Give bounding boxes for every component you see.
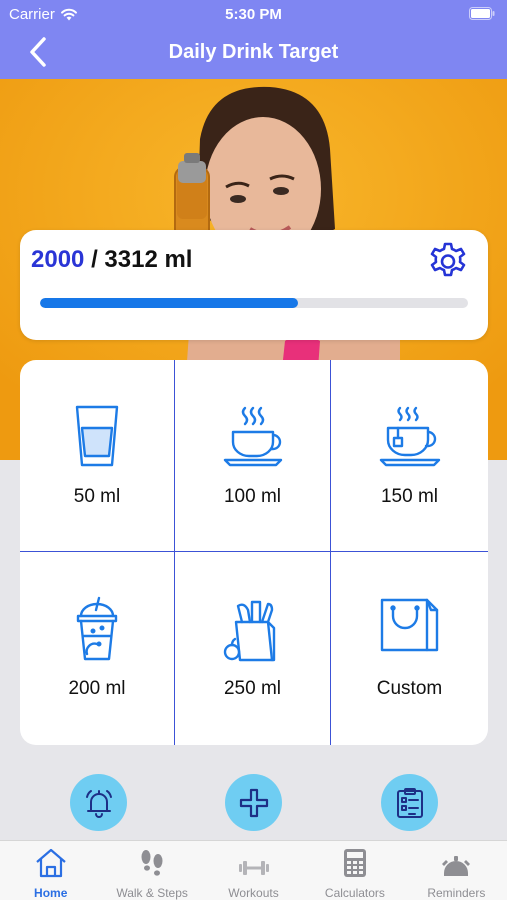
- drink-option-label: 150 ml: [380, 486, 439, 507]
- drink-option-250ml[interactable]: 250 ml: [175, 552, 331, 745]
- drink-option-label: 200 ml: [68, 678, 126, 699]
- tab-walk-steps[interactable]: Walk & Steps: [101, 841, 202, 900]
- clipboard-icon: [396, 787, 423, 818]
- progress-track: [40, 298, 468, 308]
- drink-option-custom[interactable]: Custom: [331, 552, 488, 745]
- navigation-bar: Daily Drink Target: [0, 28, 507, 79]
- drink-option-label: 250 ml: [223, 678, 282, 699]
- tab-reminders[interactable]: Reminders: [406, 841, 507, 900]
- tab-label: Reminders: [427, 886, 486, 900]
- home-icon: [35, 848, 66, 878]
- drink-option-label: Custom: [376, 678, 443, 699]
- bell-icon: [85, 789, 112, 818]
- tab-workouts[interactable]: Workouts: [203, 841, 304, 900]
- drink-option-200ml[interactable]: 200 ml: [20, 552, 175, 745]
- progress-fill: [40, 298, 299, 308]
- intake-summary: 2000 / 3312 ml: [31, 246, 192, 274]
- tab-label: Workouts: [228, 886, 279, 900]
- intake-separator: /: [91, 246, 98, 273]
- coffee-cup-icon: [223, 406, 282, 467]
- smoothie-cup-icon: [76, 596, 118, 661]
- drink-option-150ml[interactable]: 150 ml: [331, 360, 488, 552]
- glass-icon: [75, 405, 119, 467]
- drink-options-grid: 50 ml 100 ml 150 ml 200 ml 250 ml Custom: [20, 360, 488, 745]
- gear-icon: [430, 242, 466, 277]
- page-title: Daily Drink Target: [168, 41, 339, 63]
- tab-calculators[interactable]: Calculators: [304, 841, 405, 900]
- current-intake: 2000: [31, 246, 85, 273]
- grocery-bag-icon: [223, 600, 275, 662]
- history-button[interactable]: [381, 774, 438, 831]
- settings-button[interactable]: [426, 240, 470, 289]
- drink-option-100ml[interactable]: 100 ml: [175, 360, 331, 552]
- tab-label: Home: [34, 886, 68, 900]
- tea-cup-icon: [379, 406, 440, 467]
- progress-card: 2000 / 3312 ml: [20, 230, 488, 340]
- status-bar: Carrier 5:30 PM: [0, 0, 507, 28]
- alarm-icon: [442, 856, 471, 876]
- status-time: 5:30 PM: [225, 6, 282, 23]
- tab-label: Walk & Steps: [116, 886, 188, 900]
- tab-home[interactable]: Home: [0, 841, 101, 900]
- target-intake: 3312 ml: [104, 246, 193, 273]
- shopping-bag-icon: [380, 598, 438, 652]
- drink-option-label: 50 ml: [73, 486, 121, 507]
- calculator-icon: [343, 849, 366, 877]
- plus-icon: [239, 788, 268, 817]
- footsteps-icon: [141, 850, 163, 876]
- drink-option-50ml[interactable]: 50 ml: [20, 360, 175, 552]
- reminder-button[interactable]: [70, 774, 127, 831]
- tab-label: Calculators: [324, 886, 385, 900]
- add-drink-button[interactable]: [225, 774, 282, 831]
- dumbbell-icon: [238, 861, 269, 875]
- drink-option-label: 100 ml: [223, 486, 282, 507]
- battery-icon: [469, 7, 495, 20]
- tab-bar: Home Walk & Steps Workouts Calculators R…: [0, 840, 507, 900]
